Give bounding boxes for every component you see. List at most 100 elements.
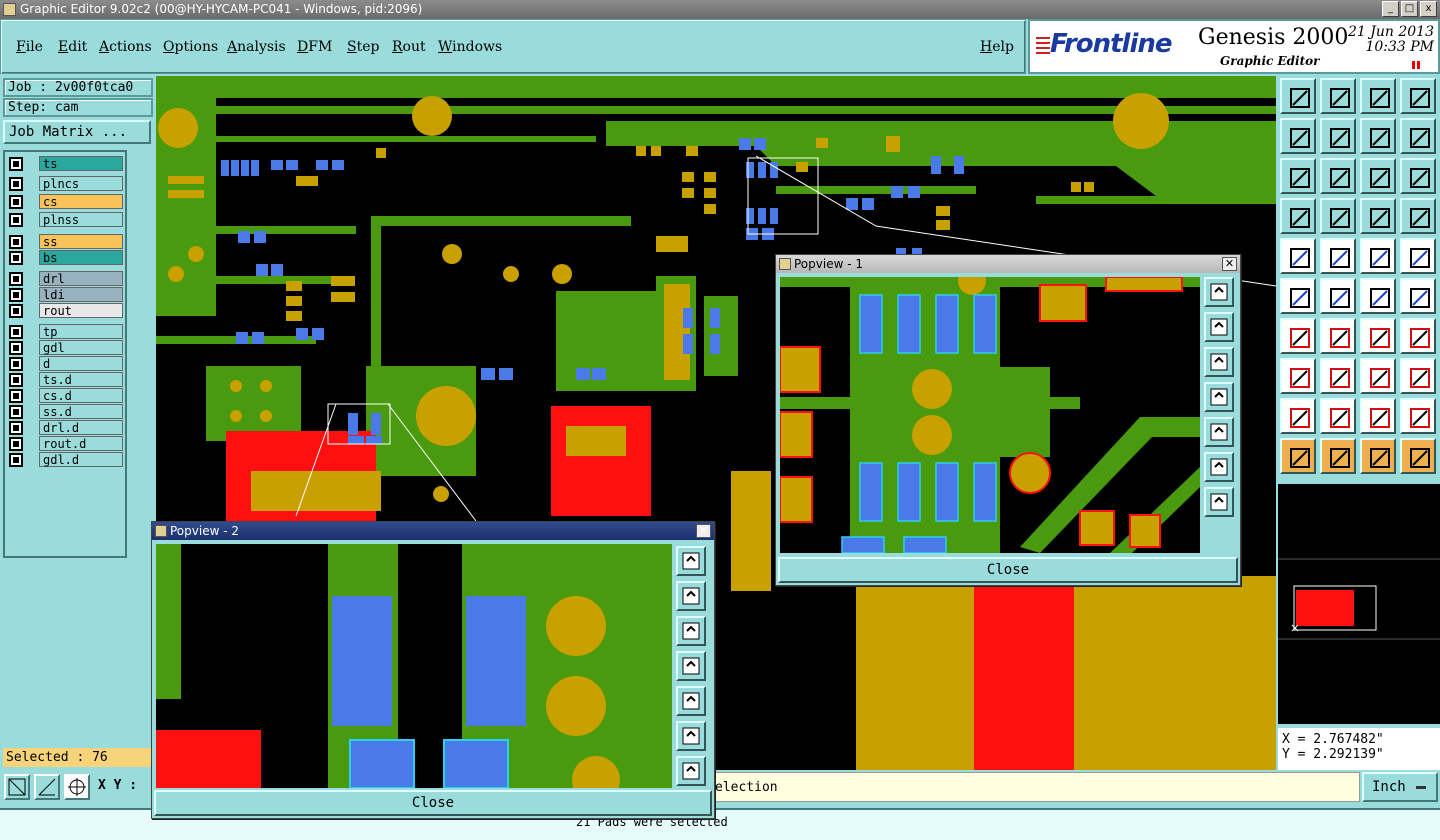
popview-2-zoom-fit-icon[interactable] — [676, 721, 706, 751]
layer-name[interactable]: bs — [39, 250, 123, 265]
menu-file[interactable]: File — [16, 39, 43, 55]
layer-checkbox[interactable] — [9, 157, 23, 171]
popview-1-move-right-icon[interactable] — [1204, 417, 1234, 447]
undo-icon[interactable] — [1360, 118, 1396, 154]
layer-checkbox[interactable] — [9, 405, 23, 419]
line-angle-icon[interactable] — [1280, 318, 1316, 354]
popview-1-close-button[interactable]: Close — [778, 557, 1238, 583]
popview-2-view[interactable] — [156, 544, 672, 788]
layer-name[interactable]: rout.d — [39, 436, 123, 451]
layer-name[interactable]: cs.d — [39, 388, 123, 403]
transform-icon[interactable] — [1280, 358, 1316, 394]
layer-name[interactable]: drl.d — [39, 420, 123, 435]
popview-1-zoom-in-icon[interactable] — [1204, 277, 1234, 307]
measure-icon[interactable] — [34, 774, 60, 800]
layer-checkbox[interactable] — [9, 341, 23, 355]
layer-name[interactable]: gdl — [39, 340, 123, 355]
popview-2-move-up-icon[interactable] — [676, 581, 706, 611]
popview-1-move-left-icon[interactable] — [1204, 382, 1234, 412]
select-path-icon[interactable] — [1400, 438, 1436, 474]
polygon-b-icon[interactable] — [1360, 398, 1396, 434]
layer-row-ss-d[interactable]: ss.d — [9, 404, 125, 419]
layer-checkbox[interactable] — [9, 325, 23, 339]
layer-name[interactable]: tp — [39, 324, 123, 339]
pointer-icon[interactable] — [1280, 438, 1316, 474]
layer-row-gdl[interactable]: gdl — [9, 340, 125, 355]
menu-dfm[interactable]: DFM — [297, 39, 332, 55]
popview-2-zoom-out-icon[interactable] — [676, 756, 706, 786]
layer-checkbox[interactable] — [9, 177, 23, 191]
tools-icon[interactable] — [1280, 198, 1316, 234]
open-job-icon[interactable] — [1280, 78, 1316, 114]
layer-name[interactable]: plnss — [39, 212, 123, 227]
menu-rout[interactable]: Rout — [392, 39, 426, 55]
text-icon[interactable] — [1400, 318, 1436, 354]
layer-checkbox[interactable] — [9, 421, 23, 435]
layer-name[interactable]: drl — [39, 271, 123, 286]
save-icon[interactable] — [1320, 78, 1356, 114]
polygon-a-icon[interactable] — [1320, 398, 1356, 434]
select-box-icon[interactable] — [1320, 438, 1356, 474]
layer-checkbox[interactable] — [9, 213, 23, 227]
layer-checkbox[interactable] — [9, 357, 23, 371]
ruler-icon[interactable] — [1360, 238, 1396, 274]
zoom-one-to-one-icon[interactable] — [1360, 158, 1396, 194]
popview-1-zoom-out-icon[interactable] — [1204, 487, 1234, 517]
layer-row-ts-d[interactable]: ts.d — [9, 372, 125, 387]
layer-checkbox[interactable] — [9, 373, 23, 387]
layer-row-ts[interactable]: ts — [9, 156, 125, 171]
popview-1-move-up-icon[interactable] — [1204, 312, 1234, 342]
menu-windows[interactable]: Windows — [438, 39, 502, 55]
help-query-icon[interactable] — [1400, 158, 1436, 194]
popview-1-zoom-fit-icon[interactable] — [1204, 452, 1234, 482]
connect-icon[interactable] — [1280, 278, 1316, 314]
pad-icon[interactable] — [1400, 238, 1436, 274]
layer-row-bs[interactable]: bs — [9, 250, 125, 265]
layer-name[interactable]: ss.d — [39, 404, 123, 419]
layer-row-rout-d[interactable]: rout.d — [9, 436, 125, 451]
delete-node-icon[interactable] — [1320, 278, 1356, 314]
layer-out-icon[interactable] — [1320, 118, 1356, 154]
zoom-center-icon[interactable] — [1320, 158, 1356, 194]
popview-1-close-icon[interactable]: ✕ — [1222, 257, 1237, 271]
layer-checkbox[interactable] — [9, 453, 23, 467]
select-pointer-icon[interactable] — [1360, 438, 1396, 474]
layer-checkbox[interactable] — [9, 251, 23, 265]
popview-2-close-icon[interactable]: ✕ — [696, 524, 711, 538]
close-window-button[interactable]: x — [1420, 1, 1437, 17]
snap-drill-icon[interactable] — [1400, 198, 1436, 234]
popview-2-move-right-icon[interactable] — [676, 686, 706, 716]
units-select[interactable]: Inch — [1362, 772, 1438, 802]
reverse-icon[interactable] — [1400, 118, 1436, 154]
popview-1-move-down-icon[interactable] — [1204, 347, 1234, 377]
layer-row-plncs[interactable]: plncs — [9, 176, 125, 191]
polygon-c-icon[interactable] — [1400, 398, 1436, 434]
menu-step[interactable]: Step — [347, 39, 379, 55]
popview-2-close-button[interactable]: Close — [154, 790, 712, 816]
resize-icon[interactable] — [1360, 358, 1396, 394]
layer-name[interactable]: ss — [39, 234, 123, 249]
layer-row-cs[interactable]: cs — [9, 194, 125, 209]
layer-name[interactable]: ts.d — [39, 372, 123, 387]
move-icon[interactable] — [1360, 278, 1396, 314]
split-icon[interactable] — [1320, 358, 1356, 394]
add-feature-icon[interactable] — [1280, 238, 1316, 274]
layer-checkbox[interactable] — [9, 195, 23, 209]
layer-checkbox[interactable] — [9, 304, 23, 318]
layer-name[interactable]: ts — [39, 156, 123, 171]
minimize-button[interactable]: _ — [1382, 1, 1399, 17]
layer-checkbox[interactable] — [9, 389, 23, 403]
edit-shape-icon[interactable] — [1320, 238, 1356, 274]
overview-preview[interactable] — [1278, 484, 1440, 724]
layer-checkbox[interactable] — [9, 437, 23, 451]
layer-in-icon[interactable] — [1280, 118, 1316, 154]
layer-row-ss[interactable]: ss — [9, 234, 125, 249]
popview-2-zoom-in-icon[interactable] — [676, 546, 706, 576]
layer-row-tp[interactable]: tp — [9, 324, 125, 339]
layer-name[interactable]: rout — [39, 303, 123, 318]
layer-row-rout[interactable]: rout — [9, 303, 125, 318]
line-icon[interactable] — [1320, 318, 1356, 354]
layer-name[interactable]: plncs — [39, 176, 123, 191]
popview-1-view[interactable] — [780, 277, 1200, 553]
layer-row-cs-d[interactable]: cs.d — [9, 388, 125, 403]
